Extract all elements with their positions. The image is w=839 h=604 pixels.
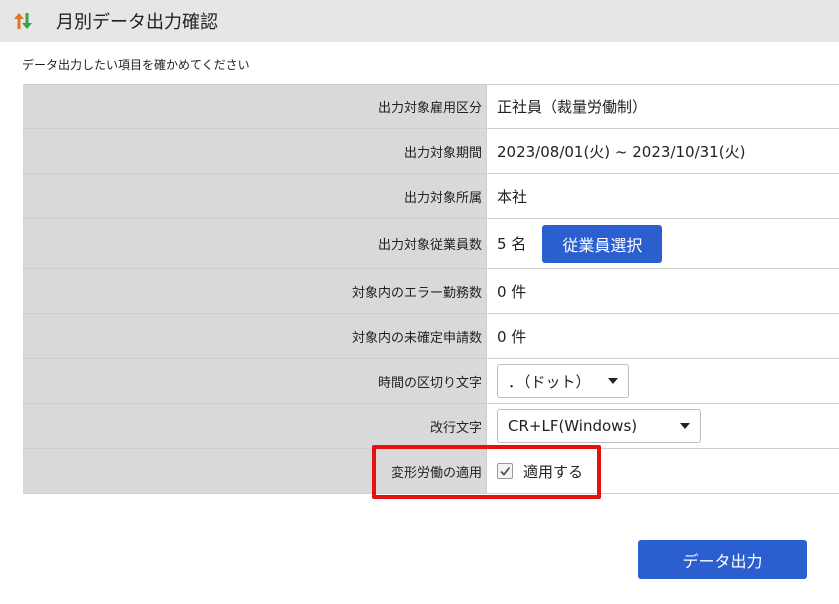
employee-count-value: 5 名 (497, 235, 527, 253)
field-label: 出力対象期間 (23, 129, 487, 173)
row-department: 出力対象所属 本社 (23, 174, 839, 219)
row-variable-labor: 変形労働の適用 適用する (23, 449, 839, 494)
export-settings-form: 出力対象雇用区分 正社員（裁量労働制） 出力対象期間 2023/08/01(火)… (23, 84, 839, 494)
instruction-text: データ出力したい項目を確かめてください (22, 58, 250, 72)
row-period: 出力対象期間 2023/08/01(火) ~ 2023/10/31(火) (23, 129, 839, 174)
row-time-separator: 時間の区切り文字 ．（ドット） (23, 359, 839, 404)
row-error-count: 対象内のエラー勤務数 0 件 (23, 269, 839, 314)
select-employees-button[interactable]: 従業員選択 (542, 224, 663, 263)
export-data-button[interactable]: データ出力 (638, 540, 807, 579)
time-separator-select[interactable]: ．（ドット） (497, 364, 629, 398)
apply-variable-labor-checkbox[interactable] (497, 463, 513, 479)
check-icon (500, 466, 511, 476)
field-label: 対象内のエラー勤務数 (23, 269, 487, 313)
department-value: 本社 (497, 187, 528, 206)
field-label: 出力対象所属 (23, 174, 487, 218)
period-value: 2023/08/01(火) ~ 2023/10/31(火) (497, 142, 746, 161)
field-label: 出力対象従業員数 (23, 219, 487, 268)
field-label: 改行文字 (23, 404, 487, 448)
page-title: 月別データ出力確認 (56, 12, 218, 33)
apply-variable-labor-label[interactable]: 適用する (523, 461, 583, 482)
line-break-select[interactable]: CR+LF(Windows) (497, 409, 701, 443)
error-count-value: 0 件 (497, 282, 527, 301)
row-line-break: 改行文字 CR+LF(Windows) (23, 404, 839, 449)
pending-requests-value: 0 件 (497, 327, 527, 346)
sort-arrows-icon (12, 9, 36, 33)
row-pending-requests: 対象内の未確定申請数 0 件 (23, 314, 839, 359)
chevron-down-icon (680, 423, 690, 429)
time-separator-selected: ．（ドット） (508, 372, 591, 391)
row-employment-category: 出力対象雇用区分 正社員（裁量労働制） (23, 84, 839, 129)
row-employee-count: 出力対象従業員数 5 名 従業員選択 (23, 219, 839, 269)
employment-category-value: 正社員（裁量労働制） (497, 98, 648, 116)
field-label: 変形労働の適用 (23, 449, 487, 493)
field-label: 出力対象雇用区分 (23, 85, 487, 128)
field-label: 時間の区切り文字 (23, 359, 487, 403)
field-label: 対象内の未確定申請数 (23, 314, 487, 358)
chevron-down-icon (608, 378, 618, 384)
line-break-selected: CR+LF(Windows) (508, 417, 638, 435)
page-header: 月別データ出力確認 (0, 0, 839, 42)
